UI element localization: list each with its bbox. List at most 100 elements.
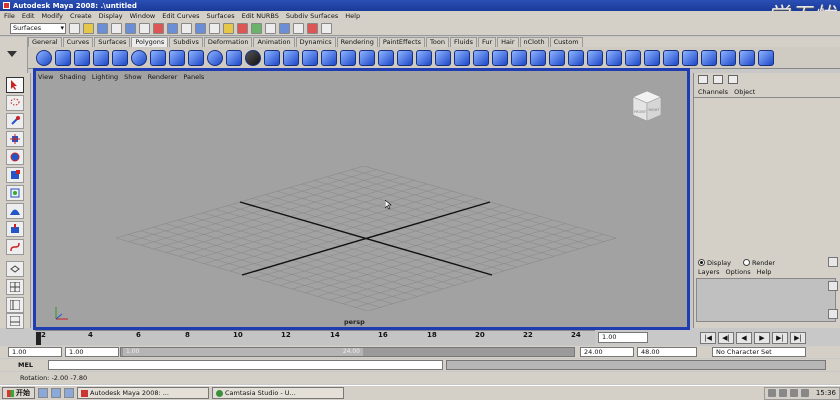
quick-launch-ie-icon[interactable] xyxy=(51,388,61,398)
wedge-face-icon[interactable] xyxy=(568,49,584,66)
panel-menu-view[interactable]: View xyxy=(38,73,53,81)
network-icon[interactable] xyxy=(767,389,776,397)
lasso-tool-button[interactable] xyxy=(6,95,24,111)
menu-display[interactable]: Display xyxy=(99,12,123,20)
menu-subdiv-surfaces[interactable]: Subdiv Surfaces xyxy=(286,12,338,20)
shelf-tab-fluids[interactable]: Fluids xyxy=(449,37,477,47)
go-to-start-button[interactable]: |◀ xyxy=(700,332,716,344)
last-tool-button[interactable] xyxy=(6,239,24,255)
command-input[interactable] xyxy=(48,360,443,370)
extrude-icon[interactable] xyxy=(397,49,413,66)
perspective-viewport[interactable]: View Shading Lighting Show Renderer Pane… xyxy=(33,68,690,330)
show-manipulator-button[interactable] xyxy=(6,221,24,237)
shelf-tab-toon[interactable]: Toon xyxy=(426,37,449,47)
quick-launch-desktop-icon[interactable] xyxy=(38,388,48,398)
layer-editor-toggle-icon[interactable] xyxy=(713,75,723,84)
play-backwards-button[interactable]: ◀ xyxy=(736,332,752,344)
shelf-tab-subdivs[interactable]: Subdivs xyxy=(169,37,203,47)
poly-cube-icon[interactable] xyxy=(55,49,71,66)
quadrangulate-icon[interactable] xyxy=(663,49,679,66)
shelf-tab-rendering[interactable]: Rendering xyxy=(336,37,378,47)
duplicate-face-icon[interactable] xyxy=(549,49,565,66)
menu-create[interactable]: Create xyxy=(70,12,92,20)
shelf-menu-arrow-icon[interactable] xyxy=(7,51,17,57)
split-polygon-icon[interactable] xyxy=(473,49,489,66)
layer-mode-render[interactable]: Render xyxy=(742,259,775,267)
quick-launch-media-icon[interactable] xyxy=(64,388,74,398)
channel-box-menu-channels[interactable]: Channels xyxy=(698,88,728,96)
poly-torus-icon[interactable] xyxy=(131,49,147,66)
paint-select-tool-button[interactable] xyxy=(6,113,24,129)
panel-menu-show[interactable]: Show xyxy=(124,73,142,81)
menu-window[interactable]: Window xyxy=(130,12,156,20)
view-cube-icon[interactable]: FRONT RIGHT xyxy=(629,89,665,123)
shelf-tab-painteffects[interactable]: PaintEffects xyxy=(378,37,426,47)
taskbar-item-maya[interactable]: Autodesk Maya 2008: ... xyxy=(77,387,209,399)
save-scene-icon[interactable] xyxy=(97,22,108,34)
snap-grid-icon[interactable] xyxy=(153,22,164,34)
taskbar-item-camtasia[interactable]: Camtasia Studio - U... xyxy=(212,387,344,399)
step-back-key-button[interactable]: ◀| xyxy=(718,332,734,344)
select-hierarchy-icon[interactable] xyxy=(111,22,122,34)
input-method-icon[interactable] xyxy=(800,389,809,397)
shelf-tab-fur[interactable]: Fur xyxy=(477,37,497,47)
shelf-tab-surfaces[interactable]: Surfaces xyxy=(94,37,131,47)
new-scene-icon[interactable] xyxy=(69,22,80,34)
spherical-mapping-icon[interactable] xyxy=(739,49,755,66)
character-set-dropdown[interactable]: No Character Set xyxy=(712,347,806,357)
volume-icon[interactable] xyxy=(778,389,787,397)
bridge-icon[interactable] xyxy=(416,49,432,66)
mel-label[interactable]: MEL xyxy=(18,361,33,369)
render-settings-icon[interactable] xyxy=(265,22,276,34)
poly-pyramid-icon[interactable] xyxy=(169,49,185,66)
combine-icon[interactable] xyxy=(264,49,280,66)
insert-edge-loop-icon[interactable] xyxy=(492,49,508,66)
menu-surfaces[interactable]: Surfaces xyxy=(206,12,234,20)
shelf-tab-deformation[interactable]: Deformation xyxy=(203,37,253,47)
menu-set-dropdown[interactable]: Surfaces xyxy=(10,22,66,34)
snap-curve-icon[interactable] xyxy=(167,22,178,34)
menu-edit-curves[interactable]: Edit Curves xyxy=(162,12,199,20)
poly-sphere-icon[interactable] xyxy=(36,49,52,66)
average-vertices-icon[interactable] xyxy=(359,49,375,66)
shelf-options[interactable] xyxy=(0,37,28,73)
layer-scroll-down-icon[interactable] xyxy=(828,309,838,319)
panel-menu-renderer[interactable]: Renderer xyxy=(148,73,178,81)
show-channel-box-icon[interactable] xyxy=(321,22,332,34)
planar-mapping-icon[interactable] xyxy=(701,49,717,66)
playback-end-field[interactable]: 24.00 xyxy=(580,347,634,357)
show-attribute-editor-icon[interactable] xyxy=(293,22,304,34)
poly-pipe-icon[interactable] xyxy=(188,49,204,66)
shelf-tab-ncloth[interactable]: nCloth xyxy=(519,37,549,47)
layer-menu-options[interactable]: Options xyxy=(726,268,751,276)
start-button[interactable]: 开始 xyxy=(2,387,35,399)
go-to-end-button[interactable]: ▶| xyxy=(790,332,806,344)
select-object-icon[interactable] xyxy=(125,22,136,34)
menu-edit[interactable]: Edit xyxy=(22,12,35,20)
shelf-tab-custom[interactable]: Custom xyxy=(549,37,583,47)
range-slider-handle[interactable]: 1.00 24.00 xyxy=(123,348,363,356)
panel-menu-lighting[interactable]: Lighting xyxy=(92,73,118,81)
booleans-icon[interactable] xyxy=(321,49,337,66)
select-tool-button[interactable] xyxy=(6,77,24,93)
shelf-tab-animation[interactable]: Animation xyxy=(253,37,295,47)
render-current-frame-icon[interactable] xyxy=(237,22,248,34)
panel-menu-shading[interactable]: Shading xyxy=(59,73,85,81)
layer-new-icon[interactable] xyxy=(828,257,838,267)
mirror-geometry-icon[interactable] xyxy=(378,49,394,66)
shelf-tab-dynamics[interactable]: Dynamics xyxy=(295,37,336,47)
animation-start-field[interactable]: 1.00 xyxy=(8,347,62,357)
universal-manipulator-button[interactable] xyxy=(6,185,24,201)
menu-edit-nurbs[interactable]: Edit NURBS xyxy=(242,12,279,20)
security-icon[interactable] xyxy=(789,389,798,397)
make-live-icon[interactable] xyxy=(209,22,220,34)
poly-cone-icon[interactable] xyxy=(93,49,109,66)
shelf-tab-general[interactable]: General xyxy=(28,37,62,47)
move-tool-button[interactable] xyxy=(6,131,24,147)
playback-start-field[interactable]: 1.00 xyxy=(65,347,119,357)
rotate-tool-button[interactable] xyxy=(6,149,24,165)
extract-icon[interactable] xyxy=(302,49,318,66)
ipr-render-icon[interactable] xyxy=(251,22,262,34)
open-scene-icon[interactable] xyxy=(83,22,94,34)
snap-point-icon[interactable] xyxy=(181,22,192,34)
